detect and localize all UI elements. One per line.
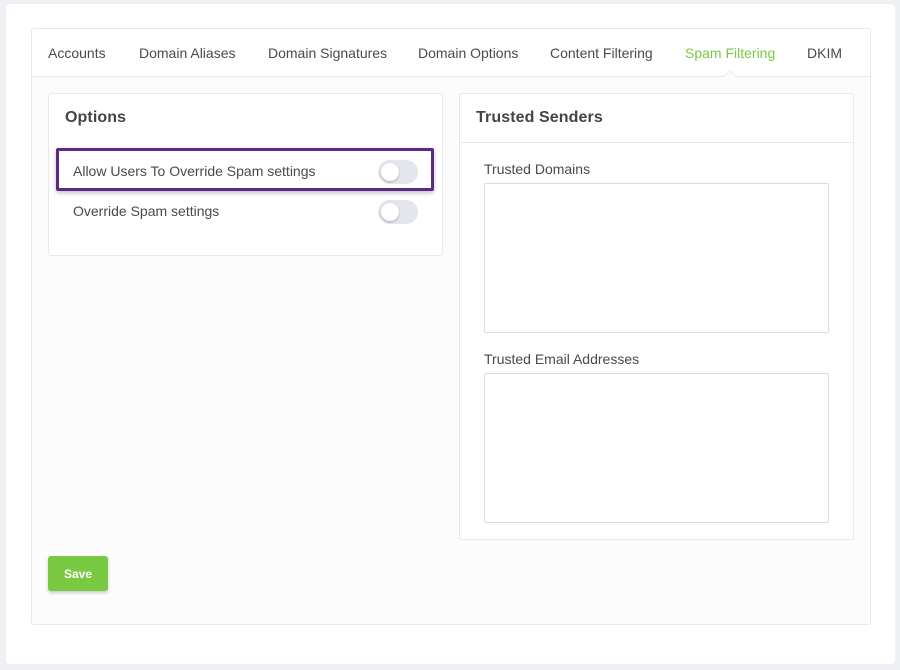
tab-dkim[interactable]: DKIM [807, 45, 842, 61]
trusted-domains-label: Trusted Domains [484, 161, 591, 177]
tab-bar: Accounts Domain Aliases Domain Signature… [32, 29, 870, 77]
option-allow-users-override: Allow Users To Override Spam settings [73, 160, 418, 184]
option-label: Allow Users To Override Spam settings [73, 163, 316, 179]
tab-accounts[interactable]: Accounts [48, 45, 106, 61]
override-spam-toggle[interactable] [378, 200, 418, 224]
toggle-knob [381, 163, 399, 181]
trusted-domains-input[interactable] [484, 183, 829, 333]
trusted-senders-title: Trusted Senders [476, 109, 603, 126]
allow-users-override-toggle[interactable] [378, 160, 418, 184]
tab-domain-options[interactable]: Domain Options [418, 45, 518, 61]
card-divider [460, 142, 853, 143]
tab-spam-filtering[interactable]: Spam Filtering [685, 45, 775, 61]
tab-content-filtering[interactable]: Content Filtering [550, 45, 653, 61]
toggle-knob [381, 203, 399, 221]
tab-domain-aliases[interactable]: Domain Aliases [139, 45, 236, 61]
tab-domain-signatures[interactable]: Domain Signatures [268, 45, 387, 61]
option-override-spam: Override Spam settings [73, 200, 418, 224]
option-label: Override Spam settings [73, 203, 220, 219]
options-card-title: Options [65, 109, 127, 126]
active-tab-indicator [723, 70, 737, 77]
trusted-emails-label: Trusted Email Addresses [484, 351, 640, 367]
trusted-emails-input[interactable] [484, 373, 829, 523]
options-card: Options Allow Users To Override Spam set… [48, 93, 443, 256]
trusted-senders-card: Trusted Senders Trusted Domains Trusted … [459, 93, 854, 540]
save-button[interactable]: Save [48, 556, 108, 591]
